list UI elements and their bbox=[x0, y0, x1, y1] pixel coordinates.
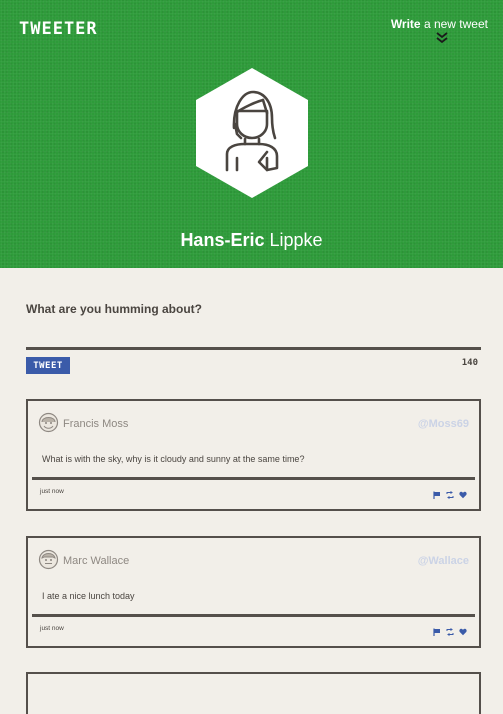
app-logo[interactable]: TWEETER bbox=[19, 19, 98, 39]
tweet-author-handle[interactable]: @Moss69 bbox=[418, 418, 469, 430]
tweet-card: Francis Moss @Moss69 What is with the sk… bbox=[26, 399, 481, 511]
compose-prompt[interactable]: What are you humming about? bbox=[26, 302, 202, 316]
profile-header: TWEETER Write a new tweet Hans-Eric Lipp… bbox=[0, 0, 503, 268]
double-chevron-down-icon[interactable] bbox=[432, 31, 452, 45]
tweet-author-name: Francis Moss bbox=[63, 418, 129, 430]
tweet-card-partial bbox=[26, 672, 481, 714]
write-new-tweet-link[interactable]: Write a new tweet bbox=[391, 17, 488, 31]
write-link-bold: Write bbox=[390, 17, 421, 31]
tweet-timestamp: just now bbox=[40, 625, 64, 632]
profile-last-name: Lippke bbox=[269, 230, 323, 250]
flag-icon[interactable] bbox=[433, 623, 441, 636]
profile-name: Hans-Eric Lippke bbox=[0, 230, 503, 251]
tweet-author-handle[interactable]: @Wallace bbox=[418, 555, 469, 567]
heart-icon[interactable] bbox=[459, 486, 467, 499]
retweet-icon[interactable] bbox=[446, 623, 454, 636]
tweet-button[interactable]: TWEET bbox=[26, 357, 70, 374]
user-avatar-icon bbox=[38, 549, 59, 570]
tweet-author-name: Marc Wallace bbox=[63, 555, 130, 567]
tweet-divider bbox=[32, 477, 475, 480]
profile-first-name: Hans-Eric bbox=[180, 230, 265, 250]
tweet-card: Marc Wallace @Wallace I ate a nice lunch… bbox=[26, 536, 481, 648]
user-avatar-icon bbox=[38, 412, 59, 433]
compose-divider bbox=[26, 347, 481, 350]
write-link-rest: a new tweet bbox=[423, 17, 488, 31]
tweet-timestamp: just now bbox=[40, 488, 64, 495]
character-count: 140 bbox=[461, 358, 478, 368]
tweet-text: What is with the sky, why is it cloudy a… bbox=[42, 454, 305, 464]
tweet-divider bbox=[32, 614, 475, 617]
tweet-actions bbox=[433, 623, 467, 636]
tweet-actions bbox=[433, 486, 467, 499]
heart-icon[interactable] bbox=[459, 623, 467, 636]
profile-avatar-icon bbox=[196, 68, 308, 198]
tweet-text: I ate a nice lunch today bbox=[42, 591, 135, 601]
flag-icon[interactable] bbox=[433, 486, 441, 499]
retweet-icon[interactable] bbox=[446, 486, 454, 499]
